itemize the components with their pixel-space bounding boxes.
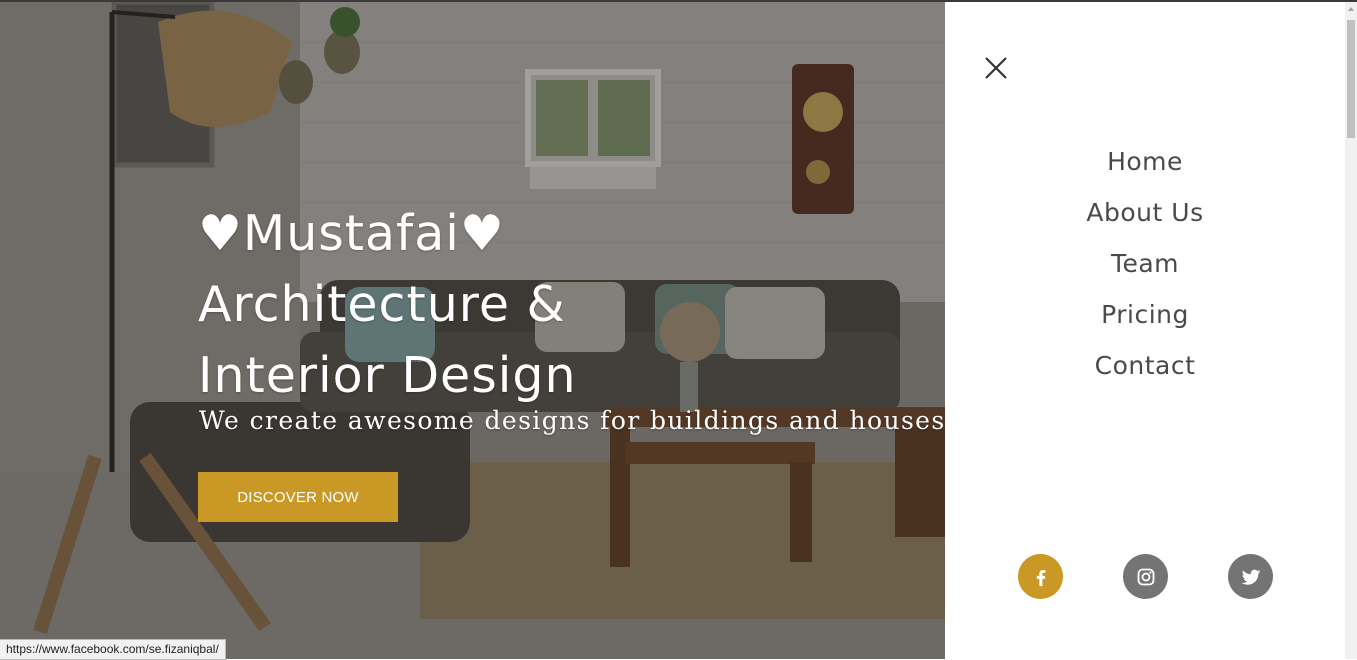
- twitter-icon: [1241, 569, 1260, 585]
- nav-item-home: Home: [945, 142, 1345, 193]
- instagram-link[interactable]: [1123, 554, 1168, 599]
- hero-title-line-1: ♥Mustafai♥: [198, 205, 505, 262]
- nav-link-pricing[interactable]: Pricing: [1101, 300, 1189, 329]
- nav-link-team[interactable]: Team: [1111, 249, 1179, 278]
- nav-item-team: Team: [945, 244, 1345, 295]
- nav-link-home[interactable]: Home: [1107, 147, 1183, 176]
- scroll-up-arrow-icon[interactable]: [1345, 2, 1357, 16]
- nav-link-contact[interactable]: Contact: [1095, 351, 1196, 380]
- hero-title-line-3: Interior Design: [198, 347, 577, 404]
- hero-section: ♥Mustafai♥ Architecture & Interior Desig…: [0, 2, 945, 659]
- hero-subtitle: We create awesome designs for buildings …: [199, 406, 945, 435]
- nav-item-pricing: Pricing: [945, 295, 1345, 346]
- vertical-scrollbar[interactable]: [1345, 2, 1357, 659]
- instagram-icon: [1137, 568, 1154, 585]
- hero-title-line-2: Architecture &: [198, 276, 566, 333]
- nav-link-about-us[interactable]: About Us: [1086, 198, 1203, 227]
- link-status-bar: https://www.facebook.com/se.fizaniqbal/: [0, 639, 226, 660]
- twitter-link[interactable]: [1228, 554, 1273, 599]
- hero-title: ♥Mustafai♥ Architecture & Interior Desig…: [198, 198, 898, 411]
- nav-item-about-us: About Us: [945, 193, 1345, 244]
- facebook-link[interactable]: [1018, 554, 1063, 599]
- side-menu: Home About Us Team Pricing Contact: [945, 2, 1345, 659]
- close-icon[interactable]: [981, 53, 1011, 83]
- scrollbar-thumb[interactable]: [1347, 20, 1355, 138]
- nav-item-contact: Contact: [945, 346, 1345, 397]
- main-navigation: Home About Us Team Pricing Contact: [945, 142, 1345, 397]
- discover-now-button[interactable]: DISCOVER NOW: [198, 472, 398, 522]
- facebook-icon: [1036, 569, 1045, 586]
